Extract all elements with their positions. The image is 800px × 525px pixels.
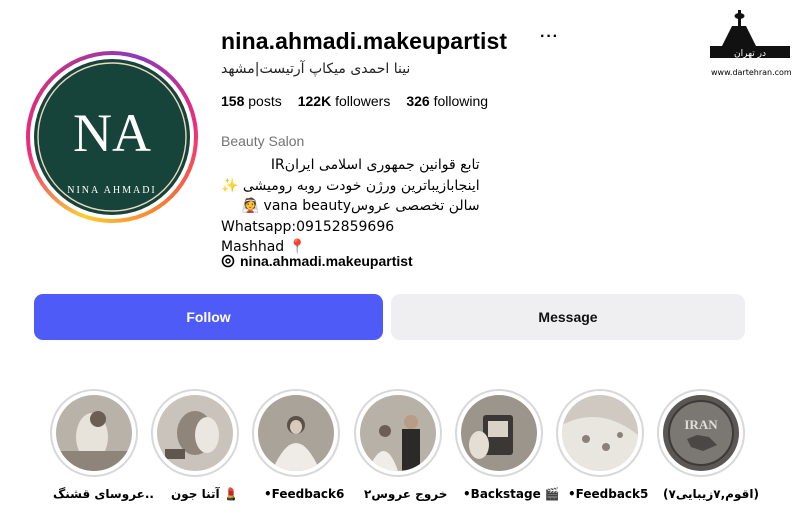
highlight-label: •Backstage 🎬 [463, 487, 560, 501]
lace-photo-icon [562, 395, 638, 471]
bio: تابع قوانین جمهوری اسلامی ایرانIR اینجاب… [221, 155, 480, 258]
highlight-label: •Feedback5 [568, 487, 649, 501]
threads-icon [221, 254, 235, 268]
svg-text:IRAN: IRAN [684, 417, 718, 432]
highlight-label: (۷اقوم,۷زیبایی) [663, 487, 759, 501]
avatar[interactable]: NA NINA AHMADI [34, 59, 190, 215]
logo-text: در تهران [734, 49, 766, 59]
bride-photo-icon [258, 395, 334, 471]
followers-stat[interactable]: 122K followers [298, 93, 391, 109]
story-ring[interactable]: NA NINA AHMADI [26, 51, 198, 223]
highlight-label: عروسای قشنگ.. [53, 487, 154, 501]
iran-coin-photo-icon: IRAN [663, 395, 739, 471]
avatar-monogram: NA [73, 103, 151, 163]
makeup-photo-icon [157, 395, 233, 471]
avatar-name: NINA AHMADI [67, 185, 157, 196]
threads-handle: nina.ahmadi.makeupartist [240, 253, 413, 269]
highlight-item[interactable]: خروج عروس۲ [354, 389, 447, 501]
highlight-item[interactable]: IRAN (۷اقوم,۷زیبایی) [657, 389, 759, 501]
posts-stat[interactable]: 158 posts [221, 93, 282, 109]
full-name: نینا احمدی میکاپ آرتیست|مشهد [221, 61, 411, 77]
threads-link[interactable]: nina.ahmadi.makeupartist [221, 253, 413, 269]
profile-stats: 158 posts 122K followers 326 following [221, 93, 488, 109]
more-options-icon[interactable]: ··· [540, 28, 559, 46]
highlight-item[interactable]: •Feedback6 [252, 389, 344, 501]
bio-line: سالن تخصصی عروسvana beauty 👰 [241, 198, 480, 214]
highlight-item[interactable]: •Backstage 🎬 [455, 389, 560, 501]
bio-line: اینجابازیباترین ورژن خودت روبه رومیشی ✨ [221, 177, 480, 194]
bride-photo-icon [56, 395, 132, 471]
couple-photo-icon [360, 395, 436, 471]
follow-button[interactable]: Follow [34, 294, 383, 340]
camera-photo-icon [461, 395, 537, 471]
watermark-site: www.dartehran.com [711, 68, 792, 77]
highlight-item[interactable]: آتنا جون 💄 [151, 389, 241, 501]
highlight-label: •Feedback6 [264, 487, 345, 501]
highlight-item[interactable]: •Feedback5 [556, 389, 648, 501]
following-stat[interactable]: 326 following [406, 93, 488, 109]
message-button[interactable]: Message [391, 294, 745, 340]
highlight-label: آتنا جون 💄 [171, 487, 239, 501]
bio-line: تابع قوانین جمهوری اسلامی ایرانIR [270, 157, 480, 173]
username: nina.ahmadi.makeupartist [221, 28, 508, 54]
highlight-item[interactable]: عروسای قشنگ.. [50, 389, 154, 501]
bio-line: Whatsapp:09152859696 [221, 218, 395, 235]
highlight-label: خروج عروس۲ [364, 487, 448, 501]
category-label: Beauty Salon [221, 133, 305, 149]
